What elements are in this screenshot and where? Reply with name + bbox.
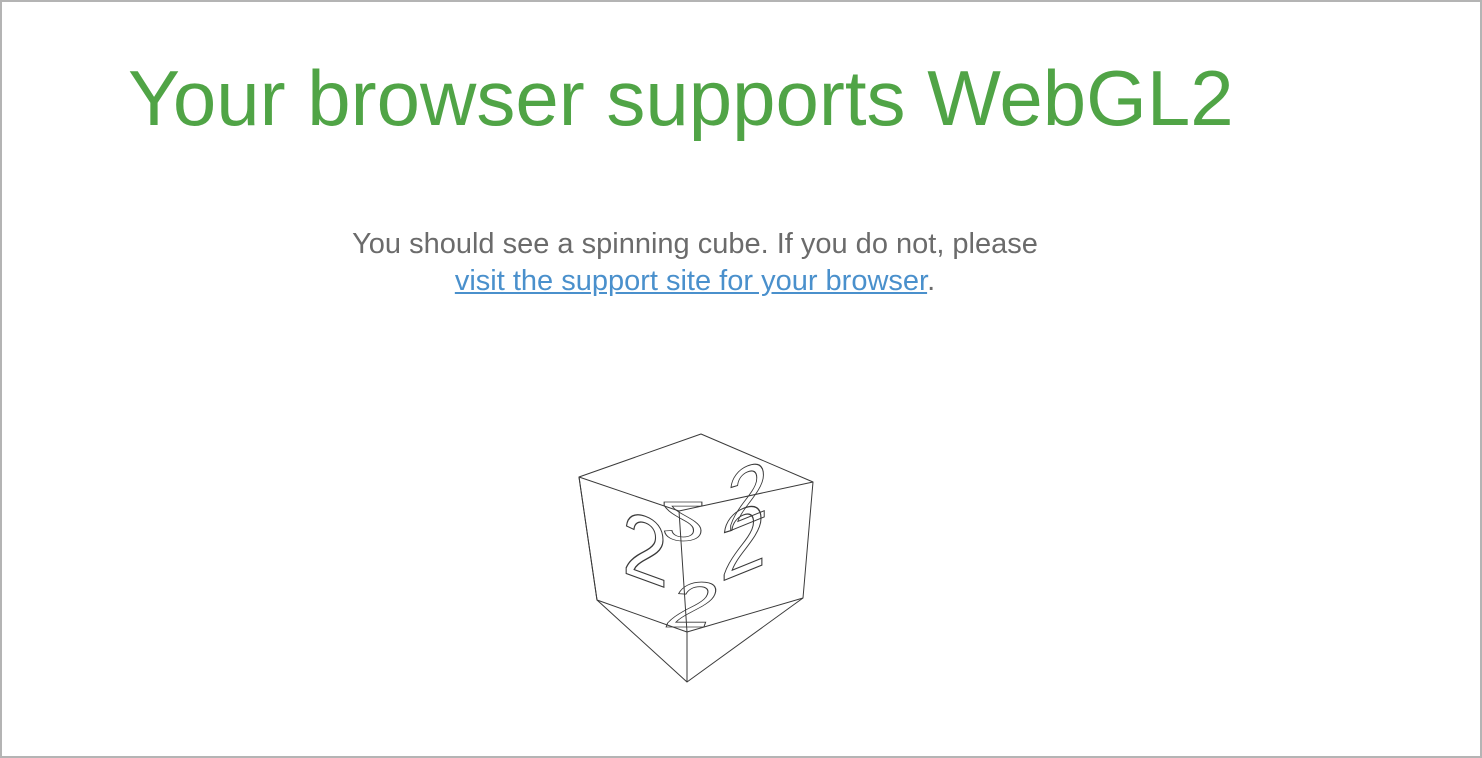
cube-face-glyph: 2 (727, 442, 768, 550)
support-site-link[interactable]: visit the support site for your browser (455, 265, 927, 297)
page: Your browser supports WebGL2 You should … (0, 0, 1482, 758)
spinning-cube-icon: 2 2 2 2 2 (578, 433, 814, 683)
spinning-cube: 2 2 2 2 2 (562, 422, 832, 702)
cube-silhouette (578, 433, 814, 683)
message-line: You should see a spinning cube. If you d… (352, 228, 1038, 260)
page-title: Your browser supports WebGL2 (128, 54, 1234, 142)
support-message: You should see a spinning cube. If you d… (2, 226, 1388, 300)
cube-face-glyph: 2 (660, 490, 706, 552)
message-link-line: visit the support site for your browser. (2, 263, 1388, 300)
message-trailing-period: . (927, 265, 936, 297)
